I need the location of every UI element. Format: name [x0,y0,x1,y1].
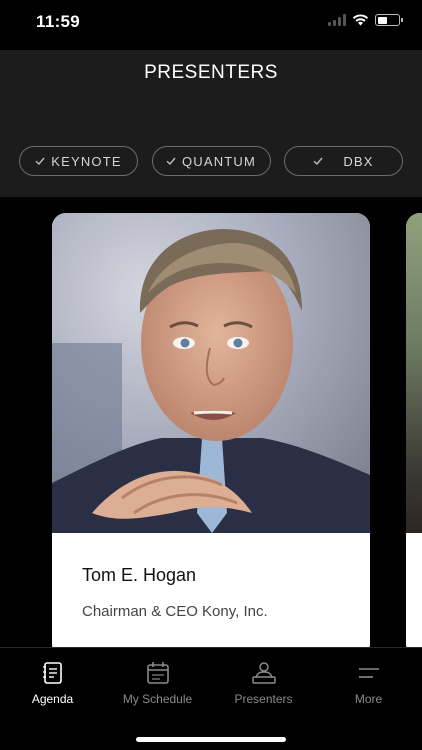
tab-label: Agenda [31,692,74,706]
presenter-name: Tom E. Hogan [82,565,197,585]
filter-chip-label: KEYNOTE [51,153,122,169]
check-icon [166,157,176,166]
filter-chip-quantum[interactable]: QUANTUM [151,146,271,176]
tab-label: More [354,692,383,706]
tab-label: My Schedule [122,692,193,706]
tab-label: Presenters [234,692,293,706]
tab-more[interactable]: More [316,660,421,706]
check-icon [313,157,323,166]
tab-bar: Agenda My Schedule Presenters More [0,647,422,750]
tab-presenters[interactable]: Presenters [211,660,316,706]
presenter-photo [52,213,370,533]
presenter-role: Chairman & CEO Kony, Inc. [82,603,268,620]
tab-my-schedule[interactable]: My Schedule [105,660,210,706]
next-presenter-card[interactable] [406,213,422,647]
filter-chip-dbx[interactable]: DBX [284,146,403,176]
calendar-icon [146,662,169,684]
presenter-carousel[interactable]: Tom E. Hogan Chairman & CEO Kony, Inc. [0,197,422,647]
status-bar: 11:59 [0,0,422,50]
header: PRESENTERS KEYNOTE QUANTUM DBX [0,50,422,197]
status-time: 11:59 [36,12,81,31]
check-icon [35,157,45,166]
filter-chip-label: DBX [343,153,374,169]
home-indicator[interactable] [136,737,286,742]
presenters-icon [251,662,276,684]
next-presenter-photo [406,213,422,533]
battery-icon [375,14,403,26]
status-icons [328,14,403,26]
presenter-portrait [52,213,370,533]
menu-icon [358,668,379,678]
filter-chip-keynote[interactable]: KEYNOTE [19,146,138,176]
page-title: PRESENTERS [144,62,278,83]
filter-chips: KEYNOTE QUANTUM DBX [19,146,403,176]
wifi-icon [352,14,369,26]
presenter-card[interactable]: Tom E. Hogan Chairman & CEO Kony, Inc. [52,213,370,647]
filter-chip-label: QUANTUM [181,153,257,169]
agenda-icon [42,662,62,684]
cellular-signal-icon [328,14,346,26]
tab-agenda[interactable]: Agenda [0,660,105,706]
